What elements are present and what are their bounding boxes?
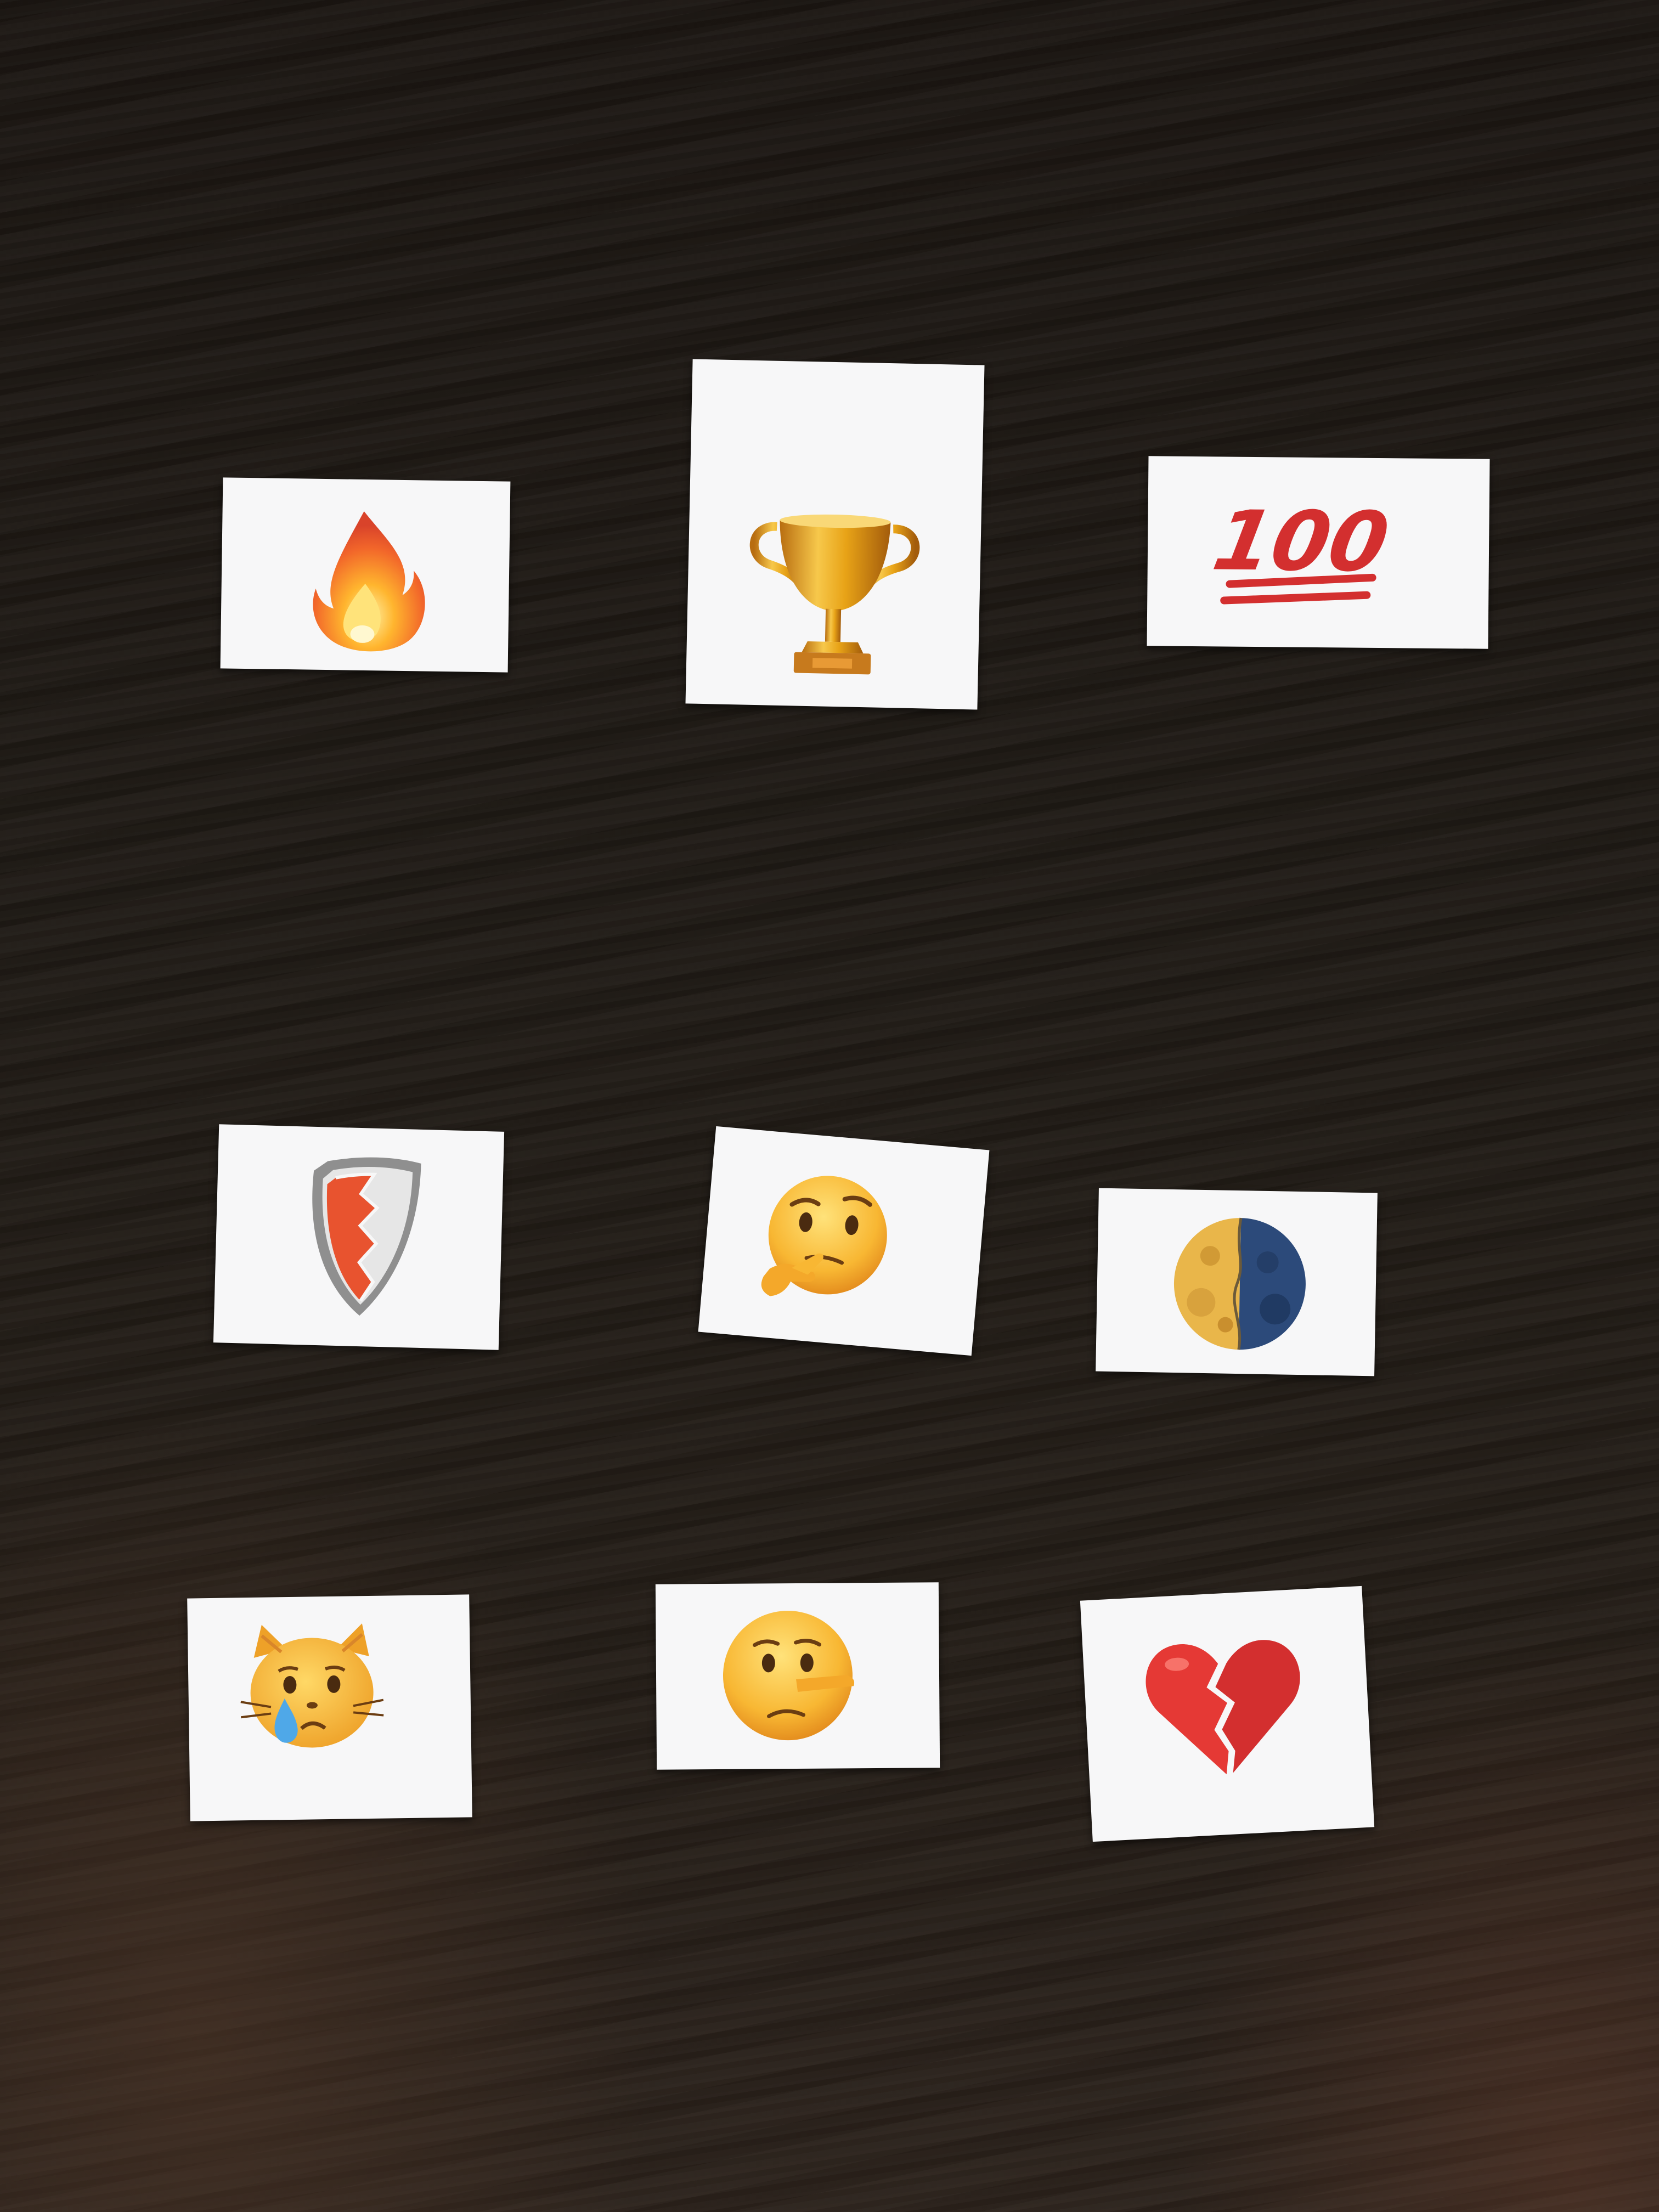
- emoji-card-thinking: [698, 1126, 990, 1356]
- crying-cat-face-icon: [240, 1623, 384, 1748]
- shield-icon: [312, 1157, 421, 1316]
- trophy-icon: [749, 514, 920, 675]
- emoji-card-crying-cat: [187, 1594, 472, 1821]
- broken-heart-icon: [1146, 1640, 1300, 1775]
- hundred-points-icon: 100: [1206, 493, 1396, 605]
- emoji-card-moon: [1096, 1188, 1378, 1376]
- fire-icon: [313, 511, 425, 652]
- emoji-card-shield: [213, 1124, 505, 1350]
- lying-face-icon: [723, 1611, 855, 1741]
- last-quarter-moon-icon: [1173, 1217, 1306, 1350]
- emoji-card-fire: [220, 477, 511, 673]
- emoji-card-hundred: 100: [1147, 456, 1490, 649]
- emoji-card-broken-heart: [1080, 1585, 1375, 1842]
- emoji-card-trophy: [685, 359, 985, 710]
- table-surface: { "cards": [ {"id": "fire", "icon": "fir…: [0, 0, 1659, 2212]
- emoji-card-lying-face: [655, 1582, 940, 1770]
- thinking-face-icon: [761, 1176, 887, 1296]
